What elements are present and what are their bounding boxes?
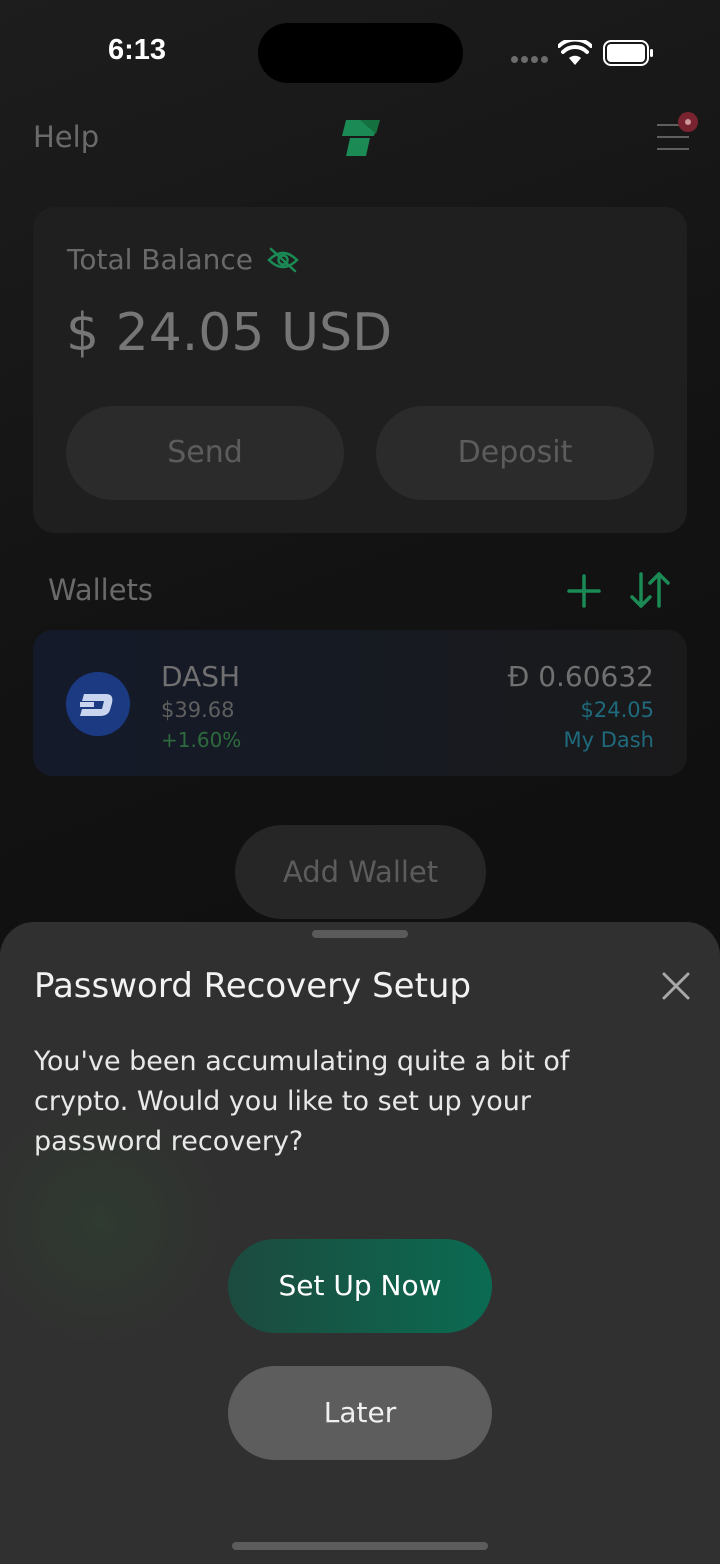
sort-icon[interactable] (628, 570, 672, 610)
dynamic-island (258, 23, 463, 83)
sheet-message: You've been accumulating quite a bit of … (34, 1046, 570, 1157)
coin-price: $39.68 (161, 698, 235, 722)
total-balance-amount: $ 24.05 USD (66, 303, 393, 363)
status-time: 6:13 (108, 34, 167, 66)
wallet-home-screen: 6:13 Help Total Balance $ 24.05 USD Send… (0, 0, 720, 1564)
home-indicator (232, 1542, 488, 1550)
total-balance-label: Total Balance (67, 243, 253, 276)
close-icon[interactable] (660, 970, 692, 1002)
password-recovery-sheet: Password Recovery Setup You've been accu… (0, 922, 720, 1564)
wallets-title: Wallets (48, 573, 154, 607)
dash-coin-icon (66, 672, 130, 736)
coin-change: +1.60% (161, 728, 242, 752)
cellular-signal-icon (511, 56, 549, 64)
wallet-name: My Dash (563, 728, 654, 752)
send-button[interactable]: Send (66, 406, 344, 500)
wallet-item-dash[interactable]: DASH $39.68 +1.60% Đ 0.60632 $24.05 My D… (33, 630, 687, 776)
wallet-fiat-balance: $24.05 (580, 698, 654, 722)
help-link[interactable]: Help (33, 120, 99, 154)
balance-card: Total Balance $ 24.05 USD Send Deposit (33, 207, 687, 533)
app-logo-icon (342, 120, 380, 156)
sheet-drag-handle[interactable] (312, 930, 408, 938)
battery-icon (603, 40, 653, 66)
set-up-now-button[interactable]: Set Up Now (228, 1239, 492, 1333)
sheet-title: Password Recovery Setup (34, 966, 472, 1006)
deposit-button[interactable]: Deposit (376, 406, 654, 500)
add-wallet-button[interactable]: Add Wallet (235, 825, 486, 919)
wallet-crypto-balance: Đ 0.60632 (507, 660, 654, 693)
add-wallet-icon[interactable] (567, 574, 601, 608)
coin-name: DASH (161, 660, 241, 693)
wifi-icon (558, 40, 592, 65)
notification-badge (678, 112, 698, 132)
status-bar: 6:13 (0, 0, 720, 100)
later-button[interactable]: Later (228, 1366, 492, 1460)
eye-off-icon[interactable] (267, 247, 299, 273)
